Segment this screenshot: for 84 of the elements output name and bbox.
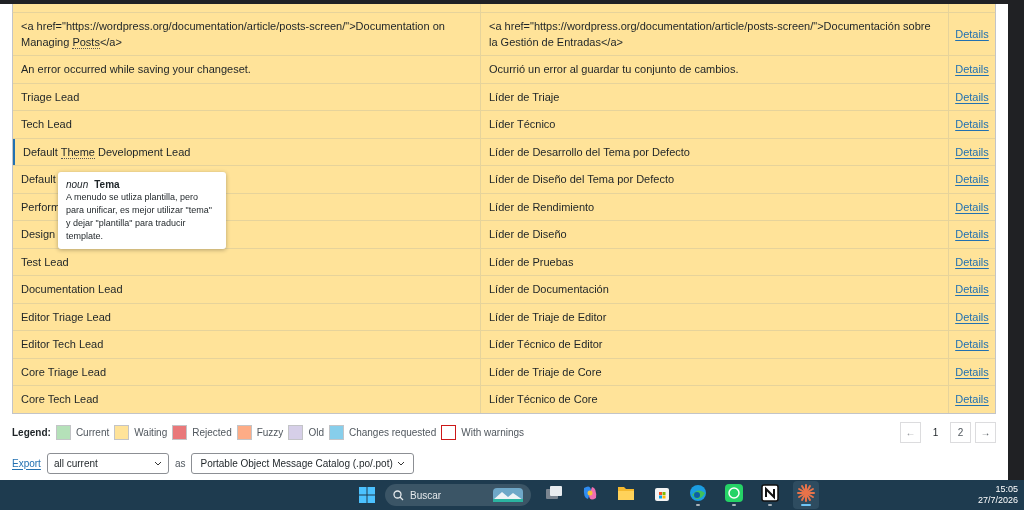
page-button[interactable]: 2	[950, 421, 971, 443]
original-text: Core Tech Lead	[21, 392, 99, 408]
translation-text: <a href="https://wordpress.org/documentation/article/posts-screen/">Documentación sobre la Gestión de Entradas</a>	[489, 19, 932, 50]
details-link[interactable]: Details	[955, 363, 989, 380]
table-row[interactable]: Triage Lead Líder de Triaje Details	[13, 83, 995, 111]
table-row[interactable]	[13, 13, 995, 56]
details-link[interactable]: Details	[955, 336, 989, 353]
chat-phone-icon[interactable]	[724, 484, 743, 502]
details-link[interactable]: Details	[955, 198, 989, 215]
legend-text: Waiting	[134, 425, 168, 440]
legend-text: Current	[75, 425, 110, 440]
original-text: Design	[21, 227, 56, 243]
translation-text: Líder de Triaje	[489, 89, 560, 105]
translation-text: Líder de Documentación	[489, 282, 609, 298]
starburst-icon[interactable]	[796, 484, 815, 502]
translation-text: Líder de Triaje de Editor	[489, 309, 607, 325]
chevron-down-icon	[153, 460, 162, 466]
original-text: Default	[21, 172, 56, 188]
translation-text: Líder de Rendimiento	[489, 199, 595, 215]
clock-time: 15:05	[995, 484, 1018, 495]
original-text: <a href="https://wordpress.org/documentation/article/posts-screen/">Documentation on Managing Posts</a>	[21, 19, 446, 50]
as-text: as	[174, 456, 186, 471]
n-cube-icon[interactable]	[760, 484, 779, 502]
translation-text: Líder de Triaje de Core	[489, 364, 602, 380]
translation-text: Líder de Diseño	[489, 227, 567, 243]
table-row[interactable]: Test Lead Líder de Pruebas Details	[13, 248, 995, 276]
translation-text: Ocurrió un error al guardar tu conjunto de cambios.	[489, 62, 739, 78]
table-row[interactable]: Editor Triage Lead Líder de Triaje de Editor Details	[13, 303, 995, 331]
legend-text: Rejected	[192, 425, 232, 440]
table-row[interactable]: Default Theme Development Lead Líder de Desarrollo del Tema por Defecto Details	[13, 138, 995, 166]
translation-text: Líder Técnico de Core	[489, 392, 598, 408]
clock-date: 27/7/2026	[977, 495, 1018, 506]
details-link[interactable]: Details	[955, 171, 989, 188]
search-icon	[392, 489, 404, 501]
translation-text: Líder Técnico	[489, 117, 556, 133]
original-text: Test Lead	[21, 254, 69, 270]
details-link[interactable]: Details	[955, 253, 989, 270]
legend-text: With warnings	[461, 425, 525, 440]
details-link[interactable]: Details	[955, 116, 989, 133]
landscape-icon	[492, 488, 523, 502]
folder-icon[interactable]	[616, 485, 635, 501]
translation-text: Líder Técnico de Editor	[489, 337, 603, 353]
legend-text: Fuzzy	[256, 425, 284, 440]
details-link[interactable]: Details	[955, 281, 989, 298]
windows-logo-icon[interactable]	[358, 487, 375, 503]
next-page-button[interactable]: →	[975, 421, 996, 443]
table-row[interactable]: Core Tech Lead Líder Técnico de Core Details	[13, 386, 995, 413]
previous-page-button[interactable]: ←	[900, 421, 921, 443]
details-link[interactable]: Details	[955, 88, 989, 105]
glossary-term: Tema	[94, 178, 120, 191]
stacked-windows-icon[interactable]	[544, 485, 563, 501]
translation-text: Líder de Desarrollo del Tema por Defecto	[489, 144, 690, 160]
translation-text: Líder de Diseño del Tema por Defecto	[489, 172, 675, 188]
legend-label: Legend:	[12, 425, 51, 440]
original-text: Triage Lead	[21, 89, 80, 105]
legend-text: Old	[308, 425, 324, 440]
table-row[interactable]: Documentation Lead Líder de Documentación Details	[13, 276, 995, 304]
original-text: Editor Tech Lead	[21, 337, 104, 353]
translation-text: Líder de Pruebas	[489, 254, 574, 270]
original-text: Default Theme Development Lead	[23, 144, 191, 160]
format-select[interactable]: Portable Object Message Catalog (.po/.pot)	[191, 452, 414, 474]
details-link[interactable]: Details	[955, 26, 989, 42]
filter-select[interactable]: all current	[46, 452, 169, 474]
details-link[interactable]: Details	[955, 308, 989, 325]
original-text: Core Triage Lead	[21, 364, 106, 380]
part-of-speech: noun	[66, 178, 89, 191]
details-link[interactable]: Details	[955, 391, 989, 408]
original-text: Documentation Lead	[21, 282, 123, 298]
table-row[interactable]: Core Triage Lead Líder de Triaje de Core Details	[13, 358, 995, 386]
details-link[interactable]: Details	[955, 61, 989, 78]
details-link[interactable]: Details	[955, 143, 989, 160]
table-row[interactable]: Tech Lead Líder Técnico Details	[13, 111, 995, 139]
table-row[interactable]: An error occurred while saving your changeset. Ocurrió un error al guardar tu conjunto de cambios. Details	[13, 56, 995, 84]
page-button[interactable]: 1	[925, 421, 946, 443]
wave-globe-icon[interactable]	[688, 484, 707, 502]
table-row[interactable]: Editor Tech Lead Líder Técnico de Editor Details	[13, 331, 995, 359]
taskbar-search-field[interactable]: Buscar	[384, 484, 531, 506]
chevron-down-icon	[396, 460, 405, 466]
details-link[interactable]: Details	[955, 226, 989, 243]
original-text: An error occurred while saving your changeset.	[21, 62, 251, 78]
original-text: Editor Triage Lead	[21, 309, 111, 325]
legend-text: Changes requested	[348, 425, 437, 440]
export-link[interactable]: Export	[12, 455, 41, 471]
original-text: Tech Lead	[21, 117, 72, 133]
